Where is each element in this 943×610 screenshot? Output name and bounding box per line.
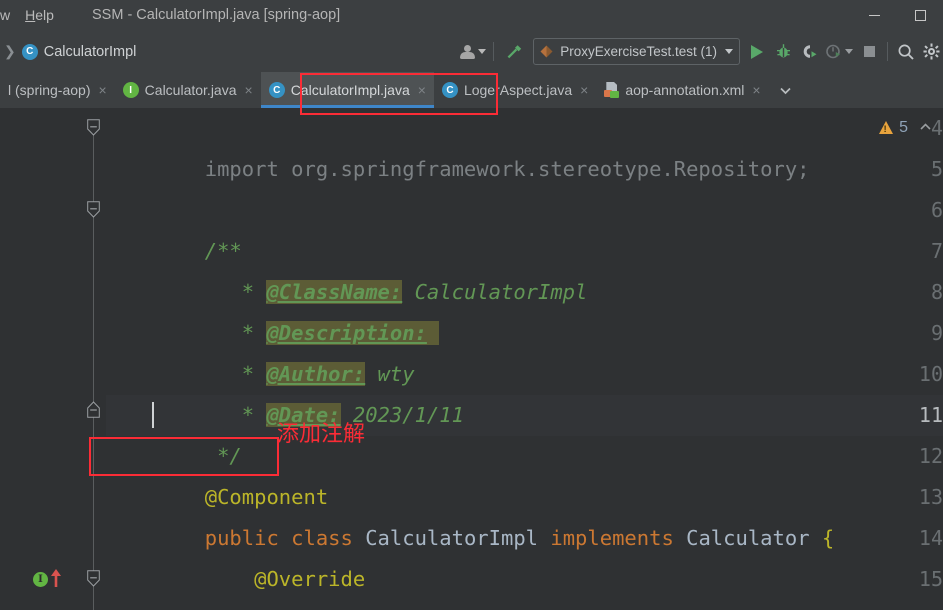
build-hammer-icon[interactable] bbox=[499, 31, 529, 72]
code-line-10: * @Date: 2023/1/11 bbox=[106, 354, 464, 427]
interface-name-calculator: Calculator bbox=[673, 526, 822, 550]
implements-interface-icon[interactable]: I bbox=[33, 572, 48, 587]
stop-icon[interactable] bbox=[856, 31, 882, 72]
editor-tab-label: l (spring-aop) bbox=[8, 82, 91, 98]
interface-badge: I bbox=[122, 82, 139, 98]
code-line-6: /** bbox=[106, 190, 242, 263]
add-annotation-note: 添加注解 bbox=[277, 422, 366, 447]
chevron-down-icon[interactable] bbox=[769, 72, 803, 108]
warning-triangle-icon bbox=[879, 121, 894, 134]
toolbar-right-group: ProxyExerciseTest.test (1) bbox=[458, 31, 943, 72]
code-line-8: * @Description: bbox=[106, 272, 440, 345]
intellij-idea-window: w Help SSM - CalculatorImpl.java [spring… bbox=[0, 0, 943, 610]
code-line-15: public int add(int i, int j) { bbox=[106, 559, 624, 610]
text-caret bbox=[152, 402, 154, 428]
code-folding-column[interactable] bbox=[80, 108, 106, 610]
code-line-14: @Override bbox=[106, 518, 365, 591]
interface-icon: I bbox=[122, 82, 139, 98]
run-config-label: ProxyExerciseTest.test (1) bbox=[560, 44, 717, 59]
editor-tab-label: Calculator.java bbox=[144, 82, 237, 98]
window-title-text: SSM - CalculatorImpl.java [spring-aop] bbox=[92, 7, 341, 23]
fold-marker-javadoc-open[interactable] bbox=[87, 201, 100, 218]
chevron-down-icon bbox=[725, 49, 733, 54]
class-icon: C bbox=[268, 82, 285, 98]
code-line-13: public class CalculatorImpl implements C… bbox=[106, 477, 834, 550]
tab-highlight-box bbox=[300, 73, 498, 115]
code-line-11: */ bbox=[106, 395, 242, 468]
editor-tab-clipped[interactable]: l (spring-aop) × bbox=[0, 72, 115, 108]
minimize-button[interactable] bbox=[851, 0, 897, 31]
class-name-calculatorimpl: CalculatorImpl bbox=[352, 526, 551, 550]
toolbar-divider-2 bbox=[887, 42, 888, 61]
editor-tab-label: aop-annotation.xml bbox=[625, 82, 745, 98]
close-icon[interactable]: × bbox=[98, 83, 106, 97]
inspection-status-widget[interactable]: 5 bbox=[879, 118, 933, 137]
chevron-up-icon[interactable] bbox=[918, 118, 933, 137]
breadcrumb-chevron-icon: ❯ bbox=[4, 43, 16, 59]
editor-tab-calculator-java[interactable]: I Calculator.java × bbox=[115, 72, 261, 108]
component-annotation-box bbox=[89, 437, 279, 476]
toolbar-divider bbox=[493, 42, 495, 61]
close-icon[interactable]: × bbox=[752, 83, 760, 97]
fold-guide-line bbox=[93, 124, 94, 610]
run-configuration-selector[interactable]: ProxyExerciseTest.test (1) bbox=[533, 38, 740, 65]
xml-file-icon bbox=[604, 82, 620, 98]
profiler-icon[interactable] bbox=[822, 31, 856, 72]
code-line-7: * @ClassName: CalculatorImpl bbox=[106, 231, 587, 304]
menu-item-window-clipped[interactable]: w bbox=[0, 0, 16, 31]
navigation-toolbar: ❯ C CalculatorImpl ProxyExerciseTest.tes… bbox=[0, 31, 943, 73]
overriding-method-arrow-icon[interactable] bbox=[50, 568, 62, 587]
javadoc-tag-description-pad bbox=[426, 321, 440, 345]
class-badge: C bbox=[268, 82, 285, 98]
fold-marker-javadoc-close[interactable] bbox=[87, 401, 100, 418]
debug-icon[interactable] bbox=[770, 31, 796, 72]
editor-gutter[interactable]: 4 5 6 7 8 9 10 11 12 13 14 15 I bbox=[0, 108, 943, 610]
fold-marker-imports[interactable] bbox=[87, 119, 100, 136]
run-icon[interactable] bbox=[744, 31, 770, 72]
editor-tab-aop-annotation-xml[interactable]: aop-annotation.xml × bbox=[596, 72, 768, 108]
code-line-9: * @Author: wty bbox=[106, 313, 415, 386]
code-text-area[interactable]: import org.springframework.stereotype.Re… bbox=[106, 108, 943, 610]
menu-item-help[interactable]: Help bbox=[16, 0, 63, 31]
search-icon[interactable] bbox=[893, 31, 919, 72]
breadcrumb-class-label[interactable]: CalculatorImpl bbox=[44, 44, 137, 60]
window-title-bar: w Help SSM - CalculatorImpl.java [spring… bbox=[0, 0, 943, 31]
fold-marker-method[interactable] bbox=[87, 570, 100, 587]
close-icon[interactable]: × bbox=[580, 83, 588, 97]
run-with-coverage-icon[interactable] bbox=[796, 31, 822, 72]
people-icon[interactable] bbox=[458, 31, 488, 72]
keyword-implements: implements bbox=[550, 526, 674, 550]
import-statement: import org.springframework.stereotype.Re… bbox=[204, 157, 810, 181]
close-icon[interactable]: × bbox=[245, 83, 253, 97]
maximize-button[interactable] bbox=[897, 0, 943, 31]
open-brace: { bbox=[821, 526, 835, 550]
code-editor[interactable]: 4 5 6 7 8 9 10 11 12 13 14 15 I import o… bbox=[0, 108, 943, 610]
window-controls bbox=[851, 0, 943, 31]
warning-count: 5 bbox=[899, 118, 908, 136]
gear-icon[interactable] bbox=[919, 31, 943, 72]
class-icon: C bbox=[21, 43, 38, 60]
run-config-diamond-icon bbox=[540, 45, 553, 58]
